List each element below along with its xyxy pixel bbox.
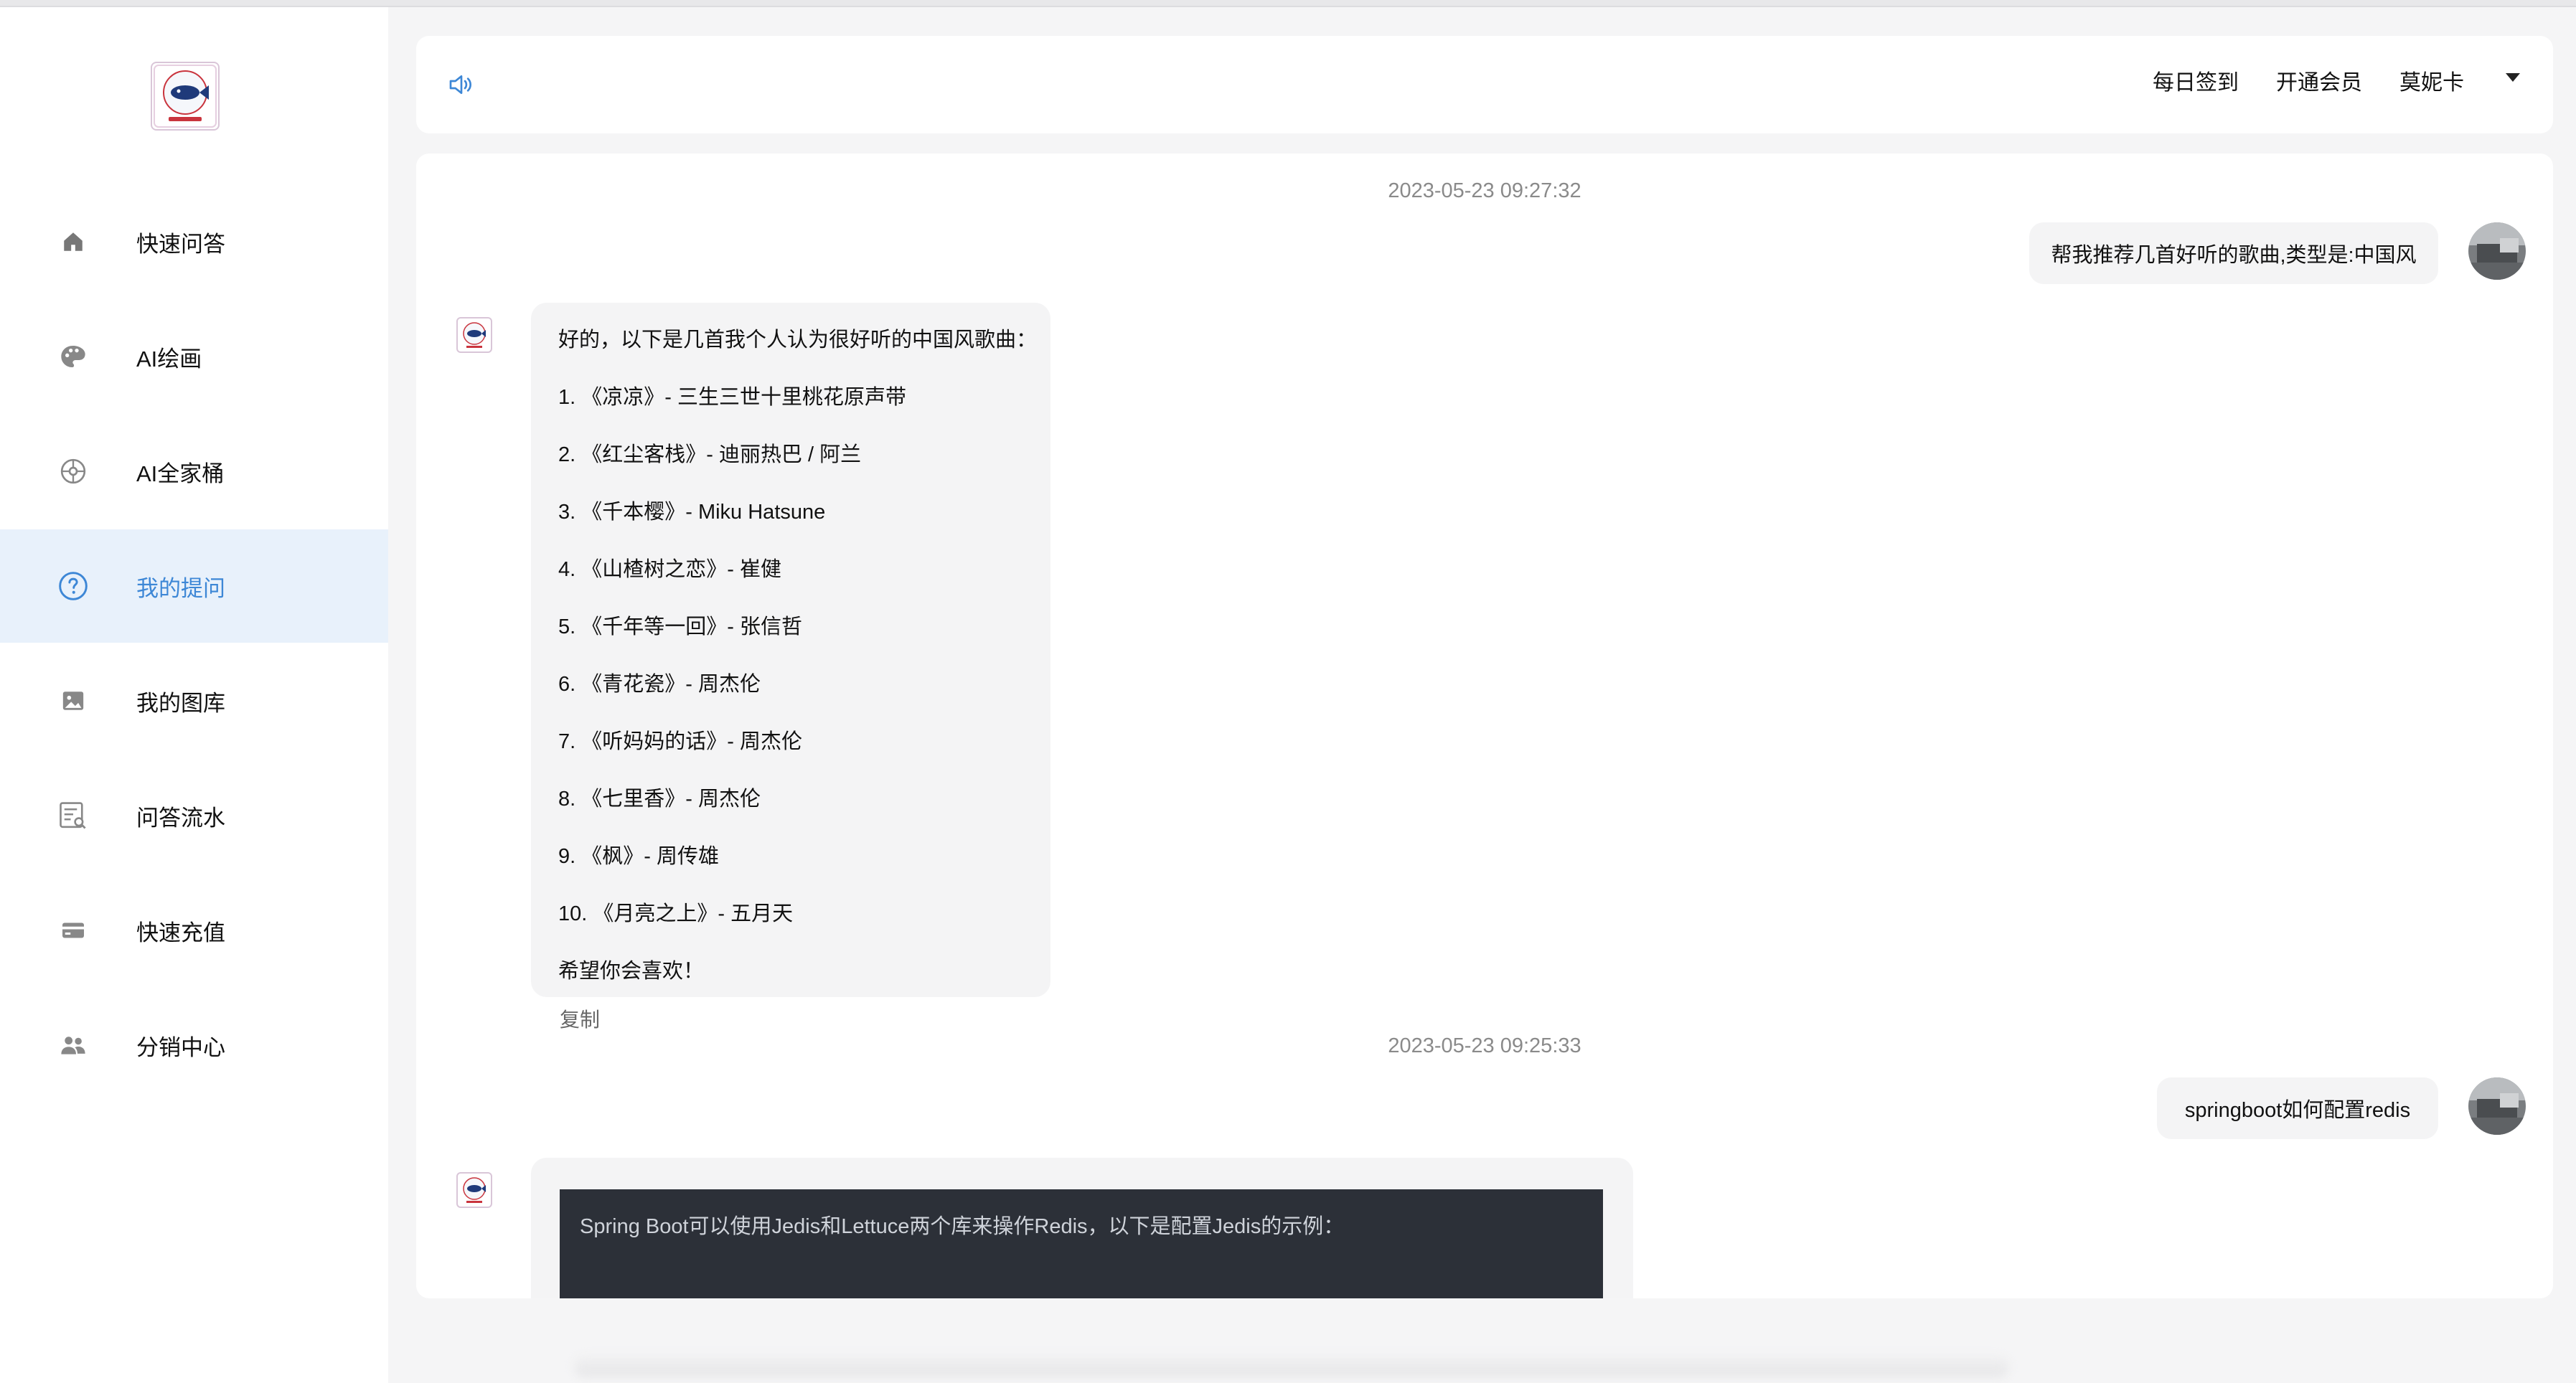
sidebar-item-qa-records[interactable]: 问答流水 <box>0 759 388 872</box>
sidebar-item-my-questions[interactable]: 我的提问 <box>0 529 388 643</box>
answer-line: 2. 《红尘客栈》- 迪丽热巴 / 阿兰 <box>558 443 862 466</box>
code-block: Spring Boot可以使用Jedis和Lettuce两个库来操作Redis，… <box>560 1189 1603 1298</box>
chevron-down-icon[interactable] <box>2506 73 2520 82</box>
sidebar-item-ai-suite[interactable]: AI全家桶 <box>0 415 388 528</box>
bot-message-bubble-body: 好的，以下是几首我个人认为很好听的中国风歌曲： 1. 《凉凉》- 三生三世十里桃花… <box>531 303 1050 997</box>
record-search-icon <box>56 798 90 833</box>
users-icon <box>56 1028 90 1062</box>
copy-button[interactable]: 复制 <box>560 1004 600 1033</box>
image-gallery-icon <box>56 684 90 718</box>
message-timestamp: 2023-05-23 09:25:33 <box>1388 1034 1581 1057</box>
sidebar-item-label: 我的提问 <box>136 575 225 601</box>
answer-line: 6. 《青花瓷》- 周杰伦 <box>558 673 761 696</box>
card-icon <box>56 913 90 948</box>
user-message-text: 帮我推荐几首好听的歌曲,类型是:中国风 <box>2051 244 2417 267</box>
sidebar-item-quick-qa[interactable]: 快速问答 <box>0 185 388 298</box>
home-icon <box>56 225 90 259</box>
apps-wheel-icon <box>56 454 90 488</box>
membership-link[interactable]: 开通会员 <box>2276 65 2362 96</box>
sidebar-item-label: 我的图库 <box>136 690 225 716</box>
answer-line: 4. 《山楂树之恋》- 崔健 <box>558 558 781 581</box>
message-timestamp: 2023-05-23 09:27:32 <box>1388 179 1581 202</box>
sidebar-item-label: 快速问答 <box>136 231 225 257</box>
sidebar-item-distribution[interactable]: 分销中心 <box>0 988 388 1102</box>
user-message-bubble: springboot如何配置redis <box>2157 1077 2438 1139</box>
speaker-icon[interactable] <box>446 70 476 99</box>
answer-line: 9. 《枫》- 周传雄 <box>558 845 719 868</box>
bot-avatar <box>456 317 492 353</box>
bottom-shadow <box>574 1356 2009 1377</box>
sidebar-item-label: AI全家桶 <box>136 461 225 486</box>
question-circle-icon <box>56 569 90 603</box>
answer-line: 1. 《凉凉》- 三生三世十里桃花原声带 <box>558 386 906 409</box>
code-preview-text: Spring Boot可以使用Jedis和Lettuce两个库来操作Redis，… <box>580 1215 1345 1238</box>
app-logo[interactable] <box>151 62 220 131</box>
user-avatar[interactable] <box>2468 222 2526 280</box>
logo-fish-icon <box>154 65 217 128</box>
answer-line: 8. 《七里香》- 周杰伦 <box>558 788 761 811</box>
palette-icon <box>56 339 90 374</box>
user-message-text: springboot如何配置redis <box>2184 1099 2411 1122</box>
bot-avatar <box>456 1172 492 1208</box>
sidebar-item-quick-recharge[interactable]: 快速充值 <box>0 874 388 987</box>
sidebar-item-label: 快速充值 <box>136 920 225 945</box>
answer-line: 3. 《千本樱》- Miku Hatsune <box>558 501 826 524</box>
answer-line: 好的，以下是几首我个人认为很好听的中国风歌曲： <box>558 329 1038 351</box>
top-header: 每日签到 开通会员 莫妮卡 <box>416 36 2553 133</box>
window-top-bar <box>0 0 2576 7</box>
answer-line: 希望你会喜欢！ <box>558 960 705 983</box>
sidebar-item-label: AI绘画 <box>136 346 202 372</box>
sidebar-item-my-gallery[interactable]: 我的图库 <box>0 644 388 757</box>
answer-line: 7. 《听妈妈的话》- 周杰伦 <box>558 730 802 753</box>
chat-panel: 2023-05-23 09:27:32 帮我推荐几首好听的歌曲,类型是:中国风 … <box>416 154 2553 1298</box>
sidebar: 快速问答 AI绘画 AI全家桶 我的提问 我的图库 问答流水 快速充值 分销中心 <box>0 7 388 1383</box>
user-message-bubble: 帮我推荐几首好听的歌曲,类型是:中国风 <box>2029 222 2438 284</box>
username-menu[interactable]: 莫妮卡 <box>2399 65 2464 96</box>
sidebar-item-label: 分销中心 <box>136 1034 225 1060</box>
daily-checkin-link[interactable]: 每日签到 <box>2153 65 2239 96</box>
user-avatar[interactable] <box>2468 1077 2526 1135</box>
answer-line: 10. 《月亮之上》- 五月天 <box>558 902 794 925</box>
answer-line: 5. 《千年等一回》- 张信哲 <box>558 615 802 638</box>
sidebar-item-label: 问答流水 <box>136 805 225 831</box>
sidebar-item-ai-drawing[interactable]: AI绘画 <box>0 300 388 413</box>
